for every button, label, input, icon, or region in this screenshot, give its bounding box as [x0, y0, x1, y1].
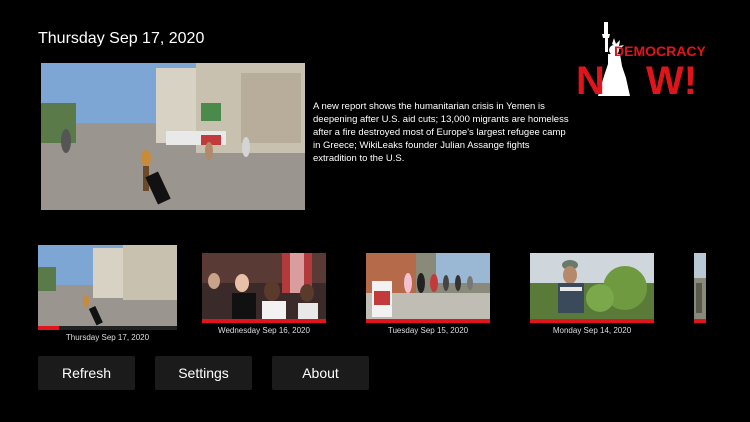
episode-progress-bar [530, 319, 654, 323]
episode-card[interactable]: Tuesday Sep 15, 2020 [366, 253, 490, 335]
episode-progress-bar [694, 319, 706, 323]
episode-card[interactable]: Wednesday Sep 16, 2020 [202, 253, 326, 335]
episode-date-label: Thursday Sep 17, 2020 [65, 333, 150, 342]
svg-text:N: N [576, 59, 605, 100]
episode-carousel: Thursday Sep 17, 2020 Wednesday Sep 16, … [0, 245, 750, 345]
settings-button[interactable]: Settings [155, 356, 252, 390]
episode-thumbnail [38, 245, 177, 330]
episode-thumbnail [530, 253, 654, 323]
featured-episode-thumbnail[interactable] [41, 63, 305, 210]
episode-thumbnail [366, 253, 490, 323]
episode-date-label: Monday Sep 14, 2020 [552, 326, 632, 335]
episode-thumbnail [694, 253, 706, 323]
episode-thumbnail [202, 253, 326, 323]
episode-progress-bar [366, 319, 490, 323]
episode-date-label: Wednesday Sep 16, 2020 [218, 326, 310, 335]
episode-card[interactable]: Thursday Sep 17, 2020 [38, 245, 177, 342]
episode-card[interactable] [694, 253, 706, 326]
svg-text:DEMOCRACY: DEMOCRACY [614, 43, 706, 59]
episode-card[interactable]: Monday Sep 14, 2020 [530, 253, 654, 335]
episode-progress-bar [202, 319, 326, 323]
svg-text:W!: W! [646, 59, 697, 100]
about-button[interactable]: About [272, 356, 369, 390]
episode-date-label: Tuesday Sep 15, 2020 [387, 326, 469, 335]
page-date-title: Thursday Sep 17, 2020 [38, 30, 205, 47]
democracy-now-logo: DEMOCRACY N W! [574, 20, 714, 100]
refresh-button[interactable]: Refresh [38, 356, 135, 390]
featured-episode-description: A new report shows the humanitarian cris… [313, 101, 569, 164]
episode-progress-bar [38, 326, 177, 330]
